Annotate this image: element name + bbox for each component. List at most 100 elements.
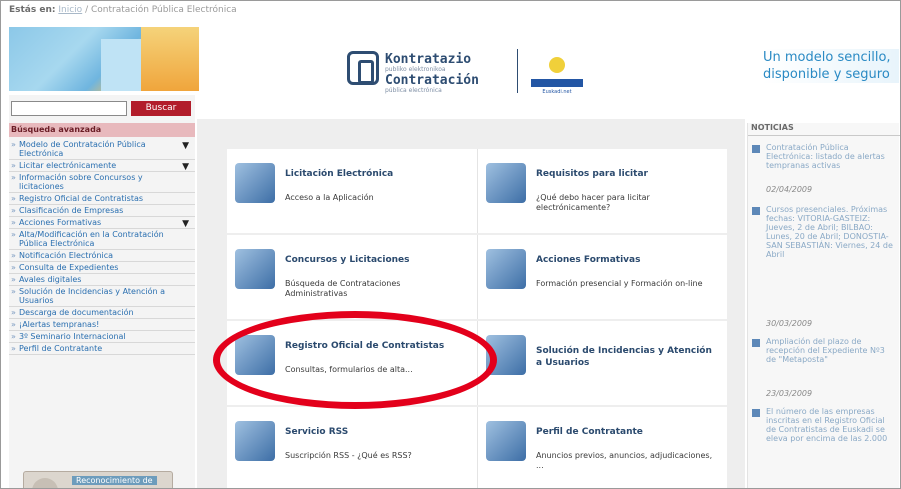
advanced-search-link[interactable]: Búsqueda avanzada: [9, 123, 195, 137]
tile-row: Servicio RSS Suscripción RSS - ¿Qué es R…: [227, 407, 727, 488]
news-bullet-icon: [752, 207, 760, 215]
sidebar-menu-item[interactable]: Notificación Electrónica: [9, 250, 195, 262]
breadcrumb-home-link[interactable]: Inicio: [58, 5, 82, 15]
sidebar-menu-item[interactable]: Perfil de Contratante: [9, 343, 195, 355]
registry-icon: [235, 335, 275, 375]
sidebar-menu-item[interactable]: Alta/Modificación en la Contratación Púb…: [9, 229, 195, 250]
news-bullet-icon: [752, 409, 760, 417]
news-text: Ampliación del plazo de recepción del Ex…: [766, 337, 885, 364]
site-logo[interactable]: Kontratazio publiko elektronikoa Contrat…: [347, 49, 627, 103]
tile-registro-oficial[interactable]: Registro Oficial de Contratistas Consult…: [227, 321, 477, 405]
expand-arrow-icon[interactable]: ▼: [182, 142, 189, 151]
sidebar-menu-item-label: Consulta de Expedientes: [19, 263, 119, 272]
slogan: Un modelo sencillo, disponible y seguro: [763, 49, 899, 83]
tile-row: Licitación Electrónica Acceso a la Aplic…: [227, 149, 727, 233]
rss-icon: [235, 421, 275, 461]
breadcrumb-current: Contratación Pública Electrónica: [90, 5, 237, 15]
sidebar-menu-item[interactable]: Registro Oficial de Contratistas: [9, 193, 195, 205]
support-icon: [486, 335, 526, 375]
sidebar-menu-item-label: Acciones Formativas: [19, 218, 102, 227]
tile-title: Concursos y Licitaciones: [285, 255, 410, 265]
news-bullet-icon: [752, 339, 760, 347]
expand-arrow-icon[interactable]: ▼: [182, 163, 189, 172]
page: Estás en: Inicio / Contratación Pública …: [0, 0, 901, 489]
sidebar-menu-item[interactable]: Avales digitales: [9, 274, 195, 286]
breadcrumb-label: Estás en:: [9, 5, 56, 15]
tile-concursos[interactable]: Concursos y Licitaciones Búsqueda de Con…: [227, 235, 477, 319]
logo-divider: [517, 49, 518, 93]
sidebar-menu-item[interactable]: Solución de Incidencias y Atención a Usu…: [9, 286, 195, 307]
logo-line2-sub: pública electrónica: [385, 87, 442, 94]
sidebar-menu-item-label: Clasificación de Empresas: [19, 206, 124, 215]
tile-title: Solución de Incidencias y Atención a Usu…: [536, 346, 712, 368]
logo-line2: Contratación: [385, 73, 479, 88]
breadcrumb: Estás en: Inicio / Contratación Pública …: [9, 5, 237, 23]
laptop-icon: [235, 163, 275, 203]
news-text: Cursos presenciales. Próximas fechas: VI…: [766, 205, 893, 259]
sidebar-menu-item-label: Licitar electrónicamente: [19, 161, 117, 170]
recognition-badge[interactable]: Reconocimiento de: [23, 471, 173, 488]
tile-title: Requisitos para licitar: [536, 169, 648, 179]
sidebar-menu-item[interactable]: ¡Alertas tempranas!: [9, 319, 195, 331]
tile-servicio-rss[interactable]: Servicio RSS Suscripción RSS - ¿Qué es R…: [227, 407, 477, 488]
sun-icon: [549, 57, 565, 73]
tile-desc: Suscripción RSS - ¿Qué es RSS?: [285, 451, 412, 460]
tile-title: Perfil de Contratante: [536, 427, 643, 437]
document-list-icon: [235, 249, 275, 289]
euskadi-logo[interactable]: Euskadi.net: [531, 57, 583, 97]
search-button[interactable]: Buscar: [131, 101, 191, 116]
sidebar-menu-item[interactable]: Consulta de Expedientes: [9, 262, 195, 274]
euskadi-text: Euskadi.net: [542, 89, 572, 95]
tile-desc: Acceso a la Aplicación: [285, 193, 374, 202]
logo-line1-sub: publiko elektronikoa: [385, 66, 446, 73]
sidebar-menu-item-label: ¡Alertas tempranas!: [19, 320, 100, 329]
main-content: Licitación Electrónica Acceso a la Aplic…: [197, 119, 745, 488]
expand-arrow-icon[interactable]: ▼: [182, 220, 189, 229]
sidebar-menu-item[interactable]: Clasificación de Empresas: [9, 205, 195, 217]
sidebar-menu-item-label: Descarga de documentación: [19, 308, 134, 317]
banner-shape: [101, 39, 141, 91]
news-date: 30/03/2009: [766, 319, 813, 328]
sidebar-menu-item-label: Modelo de Contratación Pública Electróni…: [19, 140, 146, 158]
banner-shape: [141, 27, 199, 91]
tile-row: Registro Oficial de Contratistas Consult…: [227, 321, 727, 405]
tile-title: Servicio RSS: [285, 427, 349, 437]
tile-desc: Consultas, formularios de alta...: [285, 365, 413, 374]
sidebar-menu-item-label: Alta/Modificación en la Contratación Púb…: [19, 230, 164, 248]
tile-requisitos[interactable]: Requisitos para licitar ¿Qué debo hacer …: [477, 149, 727, 233]
tile-perfil-contratante[interactable]: Perfil de Contratante Anuncios previos, …: [477, 407, 727, 488]
news-bullet-icon: [752, 145, 760, 153]
search-input[interactable]: [11, 101, 127, 116]
tile-solucion-incidencias[interactable]: Solución de Incidencias y Atención a Usu…: [477, 321, 727, 405]
emblem-icon: [32, 478, 58, 488]
sidebar-menu-item-label: Solución de Incidencias y Atención a Usu…: [19, 287, 166, 305]
news-text: Contratación Pública Electrónica: listad…: [766, 143, 885, 170]
sidebar-menu-item[interactable]: 3º Seminario Internacional: [9, 331, 195, 343]
sidebar-menu-item[interactable]: Licitar electrónicamente ▼: [9, 160, 195, 172]
tile-title: Licitación Electrónica: [285, 169, 394, 179]
sidebar-menu-item-label: Avales digitales: [19, 275, 82, 284]
euskadi-bar: [531, 79, 583, 87]
tile-desc: Búsqueda de Contrataciones Administrativ…: [285, 279, 401, 298]
buildings-icon: [486, 421, 526, 461]
logo-line1: Kontratazio: [385, 52, 472, 67]
sidebar-menu: Modelo de Contratación Pública Electróni…: [9, 139, 195, 355]
tile-desc: Anuncios previos, anuncios, adjudicacion…: [536, 451, 713, 470]
sidebar-menu-item[interactable]: Modelo de Contratación Pública Electróni…: [9, 139, 195, 160]
tile-row: Concursos y Licitaciones Búsqueda de Con…: [227, 235, 727, 319]
sidebar-menu-item[interactable]: Descarga de documentación: [9, 307, 195, 319]
tile-title: Acciones Formativas: [536, 255, 641, 265]
news-date: 02/04/2009: [766, 185, 813, 194]
tile-licitacion-electronica[interactable]: Licitación Electrónica Acceso a la Aplic…: [227, 149, 477, 233]
tile-desc: Formación presencial y Formación on-line: [536, 279, 703, 288]
sidebar-menu-item[interactable]: Acciones Formativas ▼: [9, 217, 195, 229]
tile-acciones-formativas[interactable]: Acciones Formativas Formación presencial…: [477, 235, 727, 319]
header-banner-image: [9, 27, 199, 91]
breadcrumb-separator: /: [85, 5, 89, 15]
sidebar-menu-item-label: Registro Oficial de Contratistas: [19, 194, 144, 203]
tile-desc: ¿Qué debo hacer para licitar electrónica…: [536, 193, 650, 212]
news-text: El número de las empresas inscritas en e…: [766, 407, 888, 443]
sidebar-menu-item[interactable]: Información sobre Concursos y licitacion…: [9, 172, 195, 193]
logo-mark-icon: [347, 51, 379, 85]
sidebar-menu-item-label: Perfil de Contratante: [19, 344, 103, 353]
